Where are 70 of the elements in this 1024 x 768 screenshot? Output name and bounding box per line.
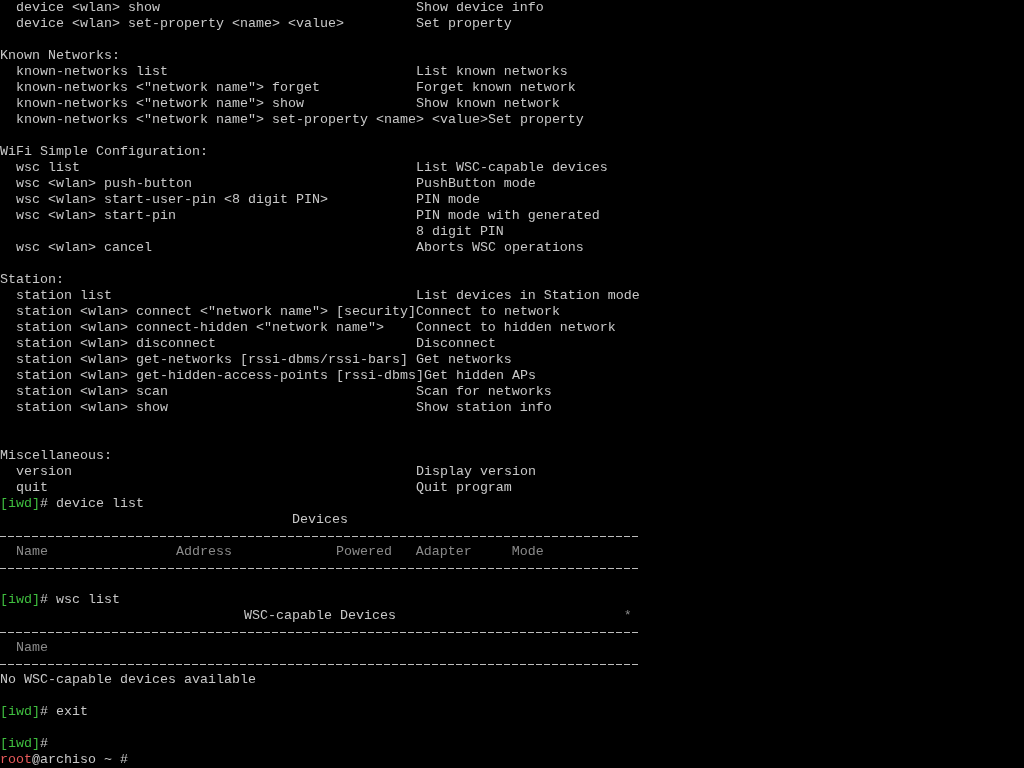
command-text: wsc <wlan> start-user-pin <8 digit PIN> [16, 192, 328, 208]
command-text: station <wlan> get-hidden-access-points [rssi-dbms] [16, 368, 424, 384]
description-text: Aborts WSC operations [415, 240, 584, 256]
command-text: quit [16, 480, 48, 496]
description-text: Show station info [415, 400, 552, 416]
section-heading: Miscellaneous: [0, 448, 112, 464]
command-text: station <wlan> disconnect [16, 336, 216, 352]
command-text: wsc list [56, 592, 120, 608]
description-text: Get hidden APs [423, 368, 536, 384]
command-text: wsc <wlan> push-button [16, 176, 192, 192]
prompt-label: @archiso ~ # [32, 752, 128, 768]
description-text: Quit program [415, 480, 512, 496]
command-text: station <wlan> get-networks [rssi-dbms/rssi-bars] [16, 352, 408, 368]
description-text: List WSC-capable devices [415, 160, 608, 176]
description-text: Show device info [415, 0, 544, 16]
message-text: No WSC-capable devices available [0, 672, 256, 688]
command-text: exit [56, 704, 88, 720]
command-text: device <wlan> set-property <name> <value> [16, 16, 344, 32]
column-header: Address [175, 544, 232, 559]
section-heading: Station: [0, 272, 64, 288]
description-text: Display version [415, 464, 536, 480]
description-text: Set property [487, 112, 584, 128]
prompt-label: [iwd] [0, 496, 40, 512]
prompt-label: [iwd] [0, 704, 40, 720]
marker-text: * [623, 608, 632, 623]
section-heading: Known Networks: [0, 48, 120, 64]
prompt-symbol: # [40, 592, 48, 608]
command-text: version [16, 464, 72, 480]
command-text: station list [16, 288, 112, 304]
table-title: Devices [291, 512, 348, 528]
description-text: Disconnect [415, 336, 496, 352]
description-text: Set property [415, 16, 512, 32]
description-text: Connect to network [415, 304, 560, 320]
command-text: wsc list [16, 160, 80, 176]
description-text: Get networks [415, 352, 512, 368]
prompt-user: root [0, 752, 32, 768]
command-text: known-networks <"network name"> show [16, 96, 304, 112]
description-text: Scan for networks [415, 384, 552, 400]
description-text: 8 digit PIN [415, 224, 504, 240]
description-text: List devices in Station mode [415, 288, 640, 304]
command-text: station <wlan> connect-hidden <"network name"> [16, 320, 384, 336]
description-text: Forget known network [415, 80, 576, 96]
prompt-symbol: # [40, 704, 48, 720]
description-text: List known networks [415, 64, 568, 80]
description-text: PIN mode [415, 192, 480, 208]
command-text: wsc <wlan> start-pin [16, 208, 176, 224]
section-heading: WiFi Simple Configuration: [0, 144, 208, 160]
description-text: PushButton mode [415, 176, 536, 192]
description-text: Connect to hidden network [415, 320, 616, 336]
prompt-label: [iwd] [0, 592, 40, 608]
description-text: Show known network [415, 96, 560, 112]
command-text: known-networks <"network name"> set-property <name> <value> [16, 112, 488, 128]
prompt-symbol: # [40, 736, 48, 752]
command-text: device <wlan> show [16, 0, 160, 16]
column-header: Adapter [415, 544, 472, 559]
description-text: PIN mode with generated [415, 208, 600, 224]
column-header: Name [16, 640, 48, 655]
prompt-label: [iwd] [0, 736, 40, 752]
table-title: WSC-capable Devices [243, 608, 396, 624]
command-text: station <wlan> show [16, 400, 168, 416]
command-text: wsc <wlan> cancel [16, 240, 152, 256]
column-header: Mode [511, 544, 544, 559]
command-text: known-networks list [16, 64, 168, 80]
command-text: station <wlan> scan [16, 384, 168, 400]
column-header: Powered [335, 544, 392, 559]
command-text: station <wlan> connect <"network name"> [security] [16, 304, 416, 320]
column-header: Name [16, 544, 48, 559]
command-text: device list [56, 496, 144, 512]
prompt-symbol: # [40, 496, 48, 512]
command-text: known-networks <"network name"> forget [16, 80, 320, 96]
